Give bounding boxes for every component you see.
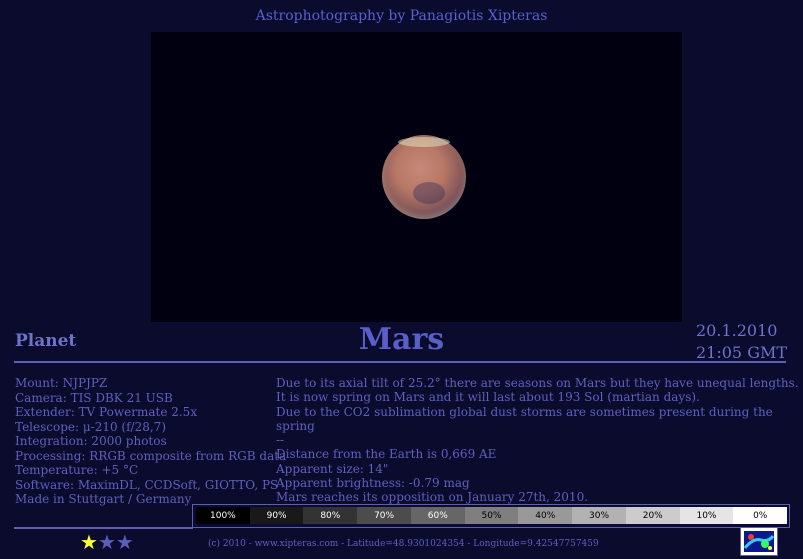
brightness-scale-cell: 20% <box>625 507 680 524</box>
footer-copyright: (c) 2010 - www.xipteras.com - Latitude=4… <box>208 539 599 549</box>
brightness-scale-cell: 70% <box>357 507 411 524</box>
detail-integration: Integration: 2000 photos <box>15 434 167 448</box>
brightness-scale-cell: 90% <box>249 507 304 524</box>
description-line: Due to the CO2 sublimation global dust s… <box>276 404 773 433</box>
page-title: Mars <box>358 322 445 357</box>
header-title: Astrophotography by Panagiotis Xipteras <box>255 8 548 24</box>
capture-datetime: 20.1.2010 21:05 GMT <box>696 320 787 364</box>
brightness-scale-cell: 80% <box>303 507 358 524</box>
brightness-scale-cells: 100% 90% 80% 70% 60% 50% 40% 30% 20% 10% 0% <box>196 507 788 524</box>
divider-top <box>14 361 786 363</box>
brightness-scale-cell: 60% <box>410 507 465 524</box>
detail-mount: Mount: NJPJPZ <box>15 376 108 390</box>
capture-date: 20.1.2010 <box>696 321 778 340</box>
description-line: -- <box>276 433 285 448</box>
detail-extender: Extender: TV Powermate 2.5x <box>15 405 198 419</box>
star-empty-icon: ★ <box>115 530 134 554</box>
mars-surface-marking <box>413 182 445 204</box>
description-line: Mars reaches its opposition on January 2… <box>276 490 589 505</box>
rating-stars: ★★★ <box>80 532 134 552</box>
description-line: Apparent brightness: -0.79 mag <box>276 476 470 491</box>
brightness-scale-cell: 10% <box>679 507 734 524</box>
description-line: Due to its axial tilt of 25.2° there are… <box>276 376 799 390</box>
description-line: Apparent size: 14" <box>276 461 389 476</box>
divider-bottom <box>14 527 193 529</box>
sky-map-icon[interactable] <box>740 527 778 556</box>
brightness-scale-cell: 50% <box>464 507 519 524</box>
star-filled-icon: ★ <box>80 530 98 554</box>
detail-software: Software: MaximDL, CCDSoft, GIOTTO, PS <box>15 477 279 492</box>
brightness-scale-cell: 30% <box>572 507 626 524</box>
brightness-scale-cell: 0% <box>733 507 788 524</box>
detail-processing: Processing: RRGB composite from RGB data <box>15 448 287 463</box>
description-text: Due to its axial tilt of 25.2° there are… <box>276 376 803 505</box>
brightness-scale-cell: 40% <box>518 507 573 524</box>
detail-temperature: Temperature: +5 °C <box>15 463 139 477</box>
mars-photo <box>151 32 682 322</box>
detail-camera: Camera: TIS DBK 21 USB <box>15 390 173 405</box>
description-line: Distance from the Earth is 0,669 AE <box>276 447 497 462</box>
brightness-scale: 100% 90% 80% 70% 60% 50% 40% 30% 20% 10% 0% <box>192 504 790 528</box>
detail-telescope: Telescope: μ-210 (f/28,7) <box>15 419 166 434</box>
description-line: It is now spring on Mars and it will las… <box>276 390 700 405</box>
star-empty-icon: ★ <box>97 530 116 554</box>
sky-map-graphic <box>743 531 775 552</box>
brightness-scale-cell: 100% <box>196 507 250 524</box>
mars-planet-disk <box>382 135 466 219</box>
mars-polar-cap <box>398 137 450 147</box>
equipment-details: Mount: NJPJPZ Camera: TIS DBK 21 USB Ext… <box>15 376 286 507</box>
